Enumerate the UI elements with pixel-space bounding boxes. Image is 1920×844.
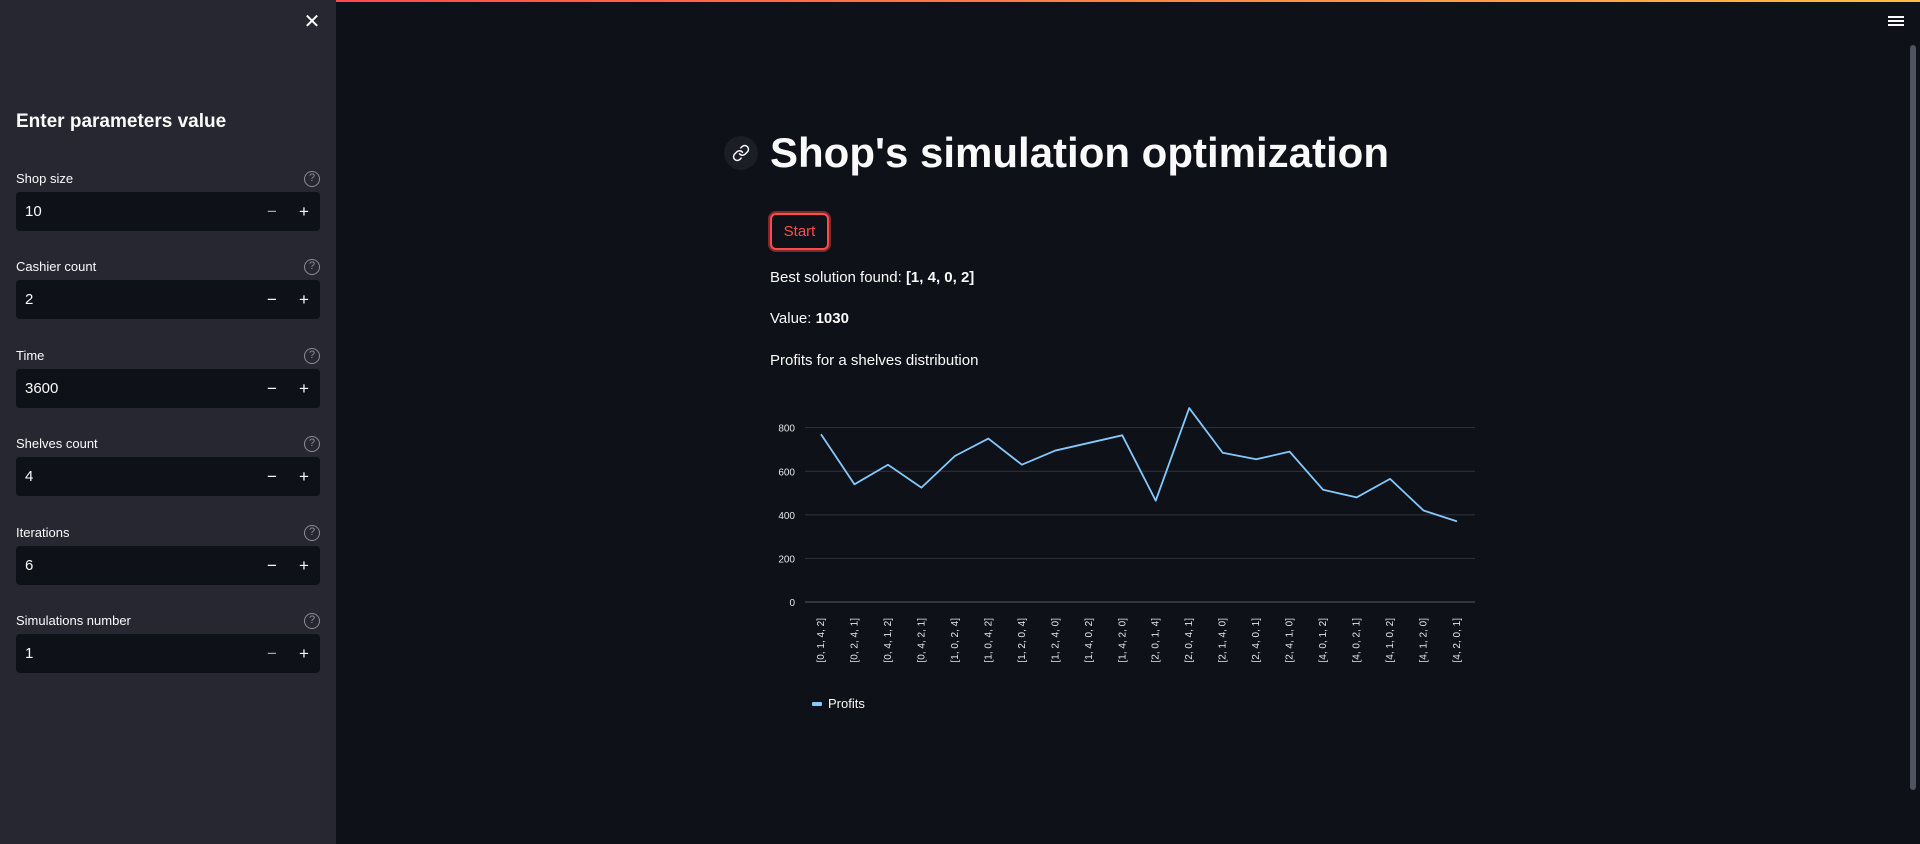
legend-label: Profits	[828, 696, 865, 711]
question-circle-icon[interactable]: ?	[304, 436, 320, 452]
minus-icon[interactable]: −	[256, 192, 288, 231]
param-shelves-count: Shelves count ? − +	[16, 436, 320, 510]
y-tick-label: 0	[789, 598, 795, 609]
x-tick-label: [0, 4, 1, 2]	[883, 618, 894, 663]
x-tick-label: [2, 4, 1, 0]	[1285, 618, 1296, 663]
minus-icon[interactable]: −	[256, 634, 288, 673]
param-iterations: Iterations ? − +	[16, 525, 320, 599]
x-tick-label: [2, 0, 4, 1]	[1184, 618, 1195, 663]
y-tick-label: 400	[778, 511, 795, 522]
plus-icon[interactable]: +	[288, 192, 320, 231]
simulations-number-input[interactable]	[16, 634, 256, 673]
x-tick-label: [1, 4, 2, 0]	[1117, 618, 1128, 663]
y-tick-label: 200	[778, 554, 795, 565]
vertical-scrollbar[interactable]	[1910, 45, 1916, 790]
cashier-count-input[interactable]	[16, 280, 256, 319]
chart-legend: Profits	[812, 696, 865, 711]
x-tick-label: [0, 2, 4, 1]	[849, 618, 860, 663]
plus-icon[interactable]: +	[288, 369, 320, 408]
x-tick-label: [0, 4, 2, 1]	[916, 618, 927, 663]
value-label: Value:	[770, 310, 816, 327]
start-button[interactable]: Start	[770, 213, 829, 250]
x-tick-label: [1, 0, 2, 4]	[950, 618, 961, 663]
param-label: Shop size	[16, 171, 74, 186]
question-circle-icon[interactable]: ?	[304, 259, 320, 275]
link-icon[interactable]	[724, 136, 758, 170]
plus-icon[interactable]: +	[288, 546, 320, 585]
plus-icon[interactable]: +	[288, 280, 320, 319]
page-title: Shop's simulation optimization	[770, 129, 1389, 176]
x-tick-label: [1, 2, 0, 4]	[1017, 618, 1028, 663]
value-number: 1030	[815, 310, 849, 327]
number-input-wrapper: − +	[16, 457, 320, 496]
x-tick-label: [1, 2, 4, 0]	[1050, 618, 1061, 663]
chart-caption: Profits for a shelves distribution	[770, 352, 979, 369]
value-text: Value: 1030	[770, 310, 849, 327]
param-label: Simulations number	[16, 613, 131, 628]
y-tick-label: 800	[778, 424, 795, 435]
plus-icon[interactable]: +	[288, 457, 320, 496]
param-cashier-count: Cashier count ? − +	[16, 259, 320, 333]
number-input-wrapper: − +	[16, 192, 320, 231]
param-time: Time ? − +	[16, 348, 320, 422]
top-decoration-line	[336, 0, 1920, 2]
number-input-wrapper: − +	[16, 546, 320, 585]
param-label: Shelves count	[16, 436, 98, 451]
time-input[interactable]	[16, 369, 256, 408]
series-line-profits	[820, 407, 1458, 523]
param-label: Cashier count	[16, 259, 97, 274]
number-input-wrapper: − +	[16, 634, 320, 673]
close-icon[interactable]: ✕	[300, 10, 324, 34]
x-tick-label: [4, 2, 0, 1]	[1452, 618, 1463, 663]
x-tick-label: [4, 1, 0, 2]	[1385, 618, 1396, 663]
number-input-wrapper: − +	[16, 369, 320, 408]
x-tick-label: [4, 0, 2, 1]	[1352, 618, 1363, 663]
question-circle-icon[interactable]: ?	[304, 525, 320, 541]
best-solution-label: Best solution found:	[770, 269, 906, 286]
legend-swatch	[812, 701, 822, 706]
question-circle-icon[interactable]: ?	[304, 171, 320, 187]
plus-icon[interactable]: +	[288, 634, 320, 673]
iterations-input[interactable]	[16, 546, 256, 585]
best-solution-value: [1, 4, 0, 2]	[905, 269, 975, 286]
sidebar-title: Enter parameters value	[16, 111, 227, 132]
sidebar: ✕ Enter parameters value Shop size ? − +…	[0, 0, 336, 844]
question-circle-icon[interactable]: ?	[304, 613, 320, 629]
param-shop-size: Shop size ? − +	[16, 171, 320, 245]
x-tick-label: [2, 4, 0, 1]	[1251, 618, 1262, 663]
x-tick-label: [2, 0, 1, 4]	[1151, 618, 1162, 663]
x-tick-label: [4, 1, 2, 0]	[1419, 618, 1430, 663]
minus-icon[interactable]: −	[256, 280, 288, 319]
x-tick-label: [1, 4, 0, 2]	[1084, 618, 1095, 663]
shelves-count-input[interactable]	[16, 457, 256, 496]
hamburger-menu-icon[interactable]	[1884, 14, 1908, 34]
x-tick-label: [0, 1, 4, 2]	[816, 618, 827, 663]
minus-icon[interactable]: −	[256, 457, 288, 496]
number-input-wrapper: − +	[16, 280, 320, 319]
param-simulations-number: Simulations number ? − +	[16, 613, 320, 687]
shop-size-input[interactable]	[16, 192, 256, 231]
profits-line-chart: 0 200 400 600 800 [0, 1, 4, 2] [0, 2, 4, 1] [0,…	[778, 407, 1475, 663]
y-tick-label: 600	[778, 467, 795, 478]
minus-icon[interactable]: −	[256, 369, 288, 408]
param-label: Time	[16, 348, 45, 363]
x-tick-label: [4, 0, 1, 2]	[1318, 618, 1329, 663]
minus-icon[interactable]: −	[256, 546, 288, 585]
x-tick-label: [2, 1, 4, 0]	[1218, 618, 1229, 663]
param-label: Iterations	[16, 525, 70, 540]
question-circle-icon[interactable]: ?	[304, 348, 320, 364]
x-tick-label: [1, 0, 4, 2]	[983, 618, 994, 663]
best-solution-text: Best solution found: [1, 4, 0, 2]	[770, 269, 974, 286]
